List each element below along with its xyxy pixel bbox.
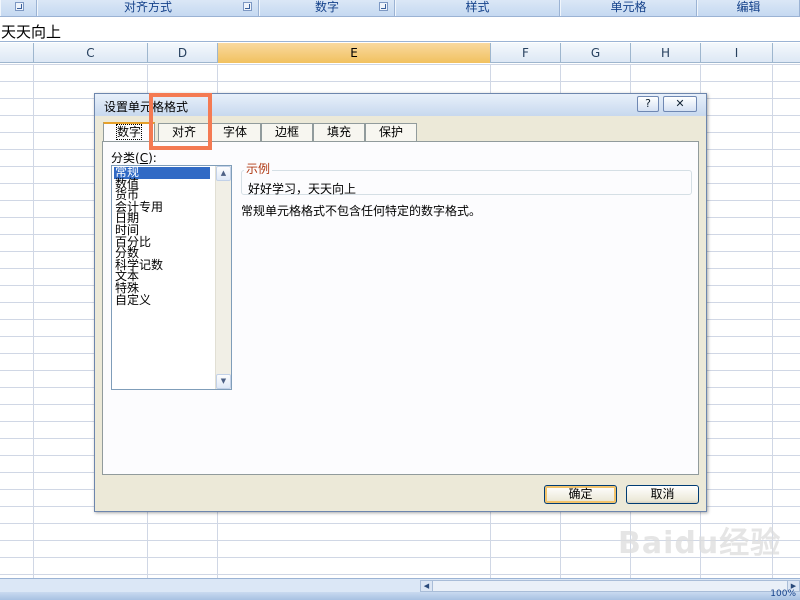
ribbon-group-label: 编辑 [736, 0, 761, 14]
column-header-B[interactable] [0, 43, 34, 63]
horizontal-scrollbar[interactable]: ◀ ▶ [420, 580, 800, 592]
status-bar: 100% [0, 589, 800, 600]
close-button[interactable]: ✕ [663, 96, 697, 112]
tab-number[interactable]: 数字 [103, 122, 155, 142]
scroll-up-icon[interactable]: ▲ [216, 166, 231, 181]
ribbon-group-editing: 编辑 [697, 0, 800, 16]
ribbon-group-number: 数字 [259, 0, 395, 16]
tab-label: 字体 [222, 125, 247, 139]
cancel-button[interactable]: 取消 [626, 485, 699, 504]
category-label: 分类(C): [111, 151, 157, 165]
formula-bar[interactable]: 天天向上 [0, 18, 800, 42]
ribbon-group-label: 对齐方式 [123, 0, 172, 14]
column-header-D[interactable]: D [148, 43, 218, 63]
format-description: 常规单元格格式不包含任何特定的数字格式。 [241, 204, 482, 218]
watermark-logo: Baidu经验 [618, 526, 782, 561]
tab-label: 数字 [115, 124, 143, 140]
category-list[interactable]: 常规 数值 货币 会计专用 日期 时间 百分比 分数 科学记数 文本 特殊 自定… [111, 165, 232, 390]
column-header-G[interactable]: G [561, 43, 631, 63]
category-label-suffix: : [152, 151, 157, 165]
column-header-J[interactable] [773, 43, 800, 63]
category-scrollbar[interactable]: ▲ ▼ [215, 166, 231, 389]
ribbon-group-label: 样式 [465, 0, 490, 14]
grid-column-line [33, 64, 34, 578]
ribbon-group-strip: 对齐方式 数字 样式 单元格 编辑 [0, 0, 800, 17]
dialog-launcher-icon[interactable] [243, 2, 252, 11]
column-header-C[interactable]: C [34, 43, 148, 63]
zoom-readout[interactable]: 100% [770, 589, 796, 599]
tab-label: 对齐 [171, 125, 196, 139]
dialog-launcher-icon[interactable] [15, 2, 24, 11]
category-hotkey: C [139, 151, 149, 165]
sample-value: 好好学习，天天向上 [248, 182, 357, 196]
tab-fill[interactable]: 填充 [313, 123, 365, 141]
tab-protection[interactable]: 保护 [365, 123, 417, 141]
grid-column-line [772, 64, 773, 578]
scroll-left-icon[interactable]: ◀ [421, 581, 433, 591]
ribbon-group-alignment: 对齐方式 [37, 0, 259, 16]
ok-button[interactable]: 确定 [544, 485, 617, 504]
list-item[interactable]: 自定义 [114, 294, 151, 307]
column-header-row: C D E F G H I [0, 43, 800, 63]
tab-label: 填充 [326, 125, 351, 139]
tab-border[interactable]: 边框 [261, 123, 313, 141]
ribbon-group-label: 单元格 [610, 0, 647, 14]
category-label-text: 分类 [111, 151, 136, 165]
tab-label: 保护 [378, 125, 403, 139]
dialog-title-bar[interactable]: 设置单元格格式 ? ✕ [95, 94, 706, 116]
ribbon-group-cells: 单元格 [560, 0, 697, 16]
ribbon-group-font-tail [0, 0, 37, 16]
column-header-E[interactable]: E [218, 43, 491, 63]
help-button[interactable]: ? [637, 96, 659, 112]
column-header-F[interactable]: F [491, 43, 561, 63]
tab-font[interactable]: 字体 [209, 123, 261, 141]
tab-alignment[interactable]: 对齐 [158, 123, 210, 141]
tab-label: 边框 [274, 125, 299, 139]
dialog-title: 设置单元格格式 [104, 100, 189, 114]
formula-content[interactable]: 天天向上 [1, 21, 61, 42]
column-header-I[interactable]: I [701, 43, 773, 63]
sample-label: 示例 [244, 162, 273, 176]
ribbon-group-styles: 样式 [395, 0, 560, 16]
ribbon-group-label: 数字 [314, 0, 339, 14]
format-cells-dialog: 设置单元格格式 ? ✕ 数字 对齐 字体 边框 填充 保护 分类(C): 常规 … [94, 93, 707, 512]
dialog-launcher-icon[interactable] [379, 2, 388, 11]
scroll-down-icon[interactable]: ▼ [216, 374, 231, 389]
column-header-H[interactable]: H [631, 43, 701, 63]
number-tab-panel: 分类(C): 常规 数值 货币 会计专用 日期 时间 百分比 分数 科学记数 文… [102, 141, 699, 475]
